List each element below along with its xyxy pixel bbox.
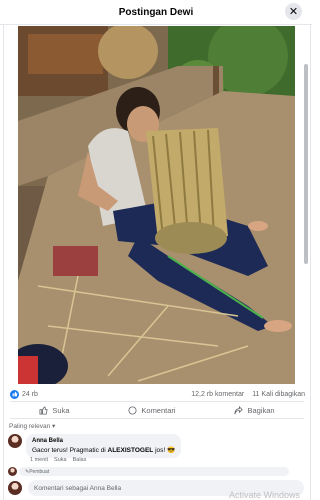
comment-count[interactable]: 12,2 rb komentar bbox=[191, 391, 244, 398]
comment-button[interactable]: Komentari bbox=[128, 405, 176, 415]
comment-text-line: Gacor terus! Pragmatic di ALEXISTOGEL jo… bbox=[32, 446, 175, 455]
dialog-title: Postingan Dewi bbox=[118, 6, 194, 18]
chevron-down-icon: ▾ bbox=[52, 423, 56, 430]
close-icon: ✕ bbox=[288, 6, 299, 18]
avatar bbox=[8, 481, 22, 495]
comment-meta: 1 menit Suka Balas bbox=[30, 457, 86, 463]
comment-text: Gacor terus! Pragmatic di bbox=[32, 447, 106, 454]
comment-item: Anna Bella Gacor terus! Pragmatic di ALE… bbox=[8, 434, 182, 458]
close-button[interactable]: ✕ bbox=[285, 3, 302, 20]
post-stats: 24 rb 12,2 rb komentar 11 Kali dibagikan bbox=[10, 388, 305, 400]
comment-suffix: jos! bbox=[153, 447, 166, 454]
chat-bubble-icon bbox=[128, 405, 137, 415]
avatar[interactable] bbox=[8, 434, 22, 448]
reply-preview-bar: ✎ Pembuat bbox=[19, 467, 289, 476]
comment-button-label: Komentari bbox=[141, 405, 176, 415]
comments-sort-label: Paling relevan bbox=[9, 423, 51, 430]
reaction-count[interactable]: 24 rb bbox=[22, 391, 38, 398]
share-button[interactable]: Bagikan bbox=[234, 405, 275, 415]
share-arrow-icon bbox=[234, 405, 244, 414]
reply-preview[interactable]: ✎ Pembuat bbox=[8, 467, 289, 476]
post-photo[interactable] bbox=[18, 26, 295, 384]
emoji-sunglasses-icon: 😎 bbox=[167, 447, 176, 454]
comments-sort-dropdown[interactable]: Paling relevan ▾ bbox=[9, 422, 55, 430]
comment-input-placeholder: Komentari sebagai Anna Bella bbox=[34, 484, 122, 492]
avatar bbox=[8, 467, 17, 476]
like-reaction-icon bbox=[10, 389, 19, 399]
comment-bubble: Anna Bella Gacor terus! Pragmatic di ALE… bbox=[26, 434, 182, 458]
post-actions: Suka Komentari Bagikan bbox=[10, 402, 304, 418]
comment-author[interactable]: Anna Bella bbox=[32, 437, 175, 446]
comment-reply-link[interactable]: Balas bbox=[73, 457, 87, 463]
comment-highlight: ALEXISTOGEL bbox=[107, 447, 154, 454]
scrollbar[interactable] bbox=[303, 26, 308, 494]
like-button[interactable]: Suka bbox=[39, 405, 70, 415]
thumbs-up-icon bbox=[39, 405, 49, 415]
share-button-label: Bagikan bbox=[247, 405, 275, 415]
scrollbar-thumb[interactable] bbox=[304, 64, 308, 264]
comment-time[interactable]: 1 menit bbox=[30, 457, 48, 463]
post-photo-illustration bbox=[18, 26, 295, 384]
share-count[interactable]: 11 Kali dibagikan bbox=[252, 391, 305, 398]
like-button-label: Suka bbox=[52, 405, 70, 415]
divider bbox=[10, 418, 304, 419]
reply-preview-label: Pembuat bbox=[29, 468, 50, 475]
activate-windows-watermark: Activate Windows bbox=[228, 490, 300, 500]
dialog-header: Postingan Dewi ✕ bbox=[0, 0, 312, 25]
comment-like-link[interactable]: Suka bbox=[54, 457, 67, 463]
